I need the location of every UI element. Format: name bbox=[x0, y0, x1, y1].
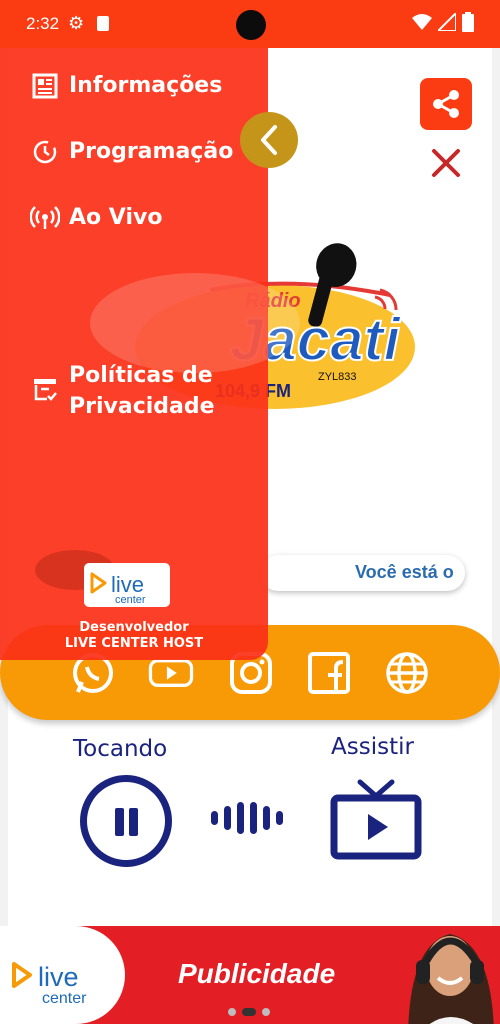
menu-label: Informações bbox=[69, 73, 223, 98]
playing-label: Tocando bbox=[73, 736, 168, 762]
badge-center: center bbox=[115, 594, 146, 606]
newspaper-icon bbox=[30, 71, 60, 101]
broadcast-icon bbox=[30, 203, 60, 233]
menu-label-line2: Privacidade bbox=[69, 394, 215, 419]
ad-person-image bbox=[408, 934, 494, 1024]
pause-button[interactable] bbox=[80, 775, 172, 867]
pager-dot-active bbox=[242, 1008, 256, 1016]
share-button[interactable] bbox=[420, 78, 472, 130]
menu-label: Políticas de Privacidade bbox=[69, 360, 215, 422]
menu-label: Ao Vivo bbox=[69, 205, 163, 230]
camera-cutout bbox=[236, 10, 266, 40]
menu-item-politicas-privacidade[interactable]: Políticas de Privacidade bbox=[30, 360, 215, 422]
clock-icon bbox=[30, 137, 60, 167]
watch-label: Assistir bbox=[331, 734, 414, 760]
signal-icon bbox=[438, 13, 456, 31]
ad-pager-dots bbox=[228, 1008, 270, 1016]
ad-text: Publicidade bbox=[178, 958, 336, 989]
ad-logo-center: center bbox=[42, 990, 87, 1007]
settings-gear-icon: ⚙ bbox=[68, 13, 85, 34]
pager-dot bbox=[262, 1008, 270, 1016]
menu-label: Programação bbox=[69, 139, 234, 164]
battery-icon bbox=[462, 12, 474, 32]
sd-card-icon bbox=[97, 16, 109, 31]
close-icon[interactable] bbox=[428, 145, 464, 181]
pause-icon-bar bbox=[129, 808, 138, 836]
logo-callsign-text: ZYL833 bbox=[318, 371, 357, 383]
website-globe-icon[interactable] bbox=[384, 650, 430, 696]
menu-label-line1: Políticas de bbox=[69, 363, 213, 388]
live-center-badge[interactable]: live center bbox=[84, 563, 170, 607]
menu-item-ao-vivo[interactable]: Ao Vivo bbox=[30, 202, 162, 233]
right-edge bbox=[492, 48, 500, 928]
status-bar: 2:32 ⚙ bbox=[0, 0, 500, 48]
ad-logo: live center bbox=[0, 926, 125, 1024]
tv-icon[interactable] bbox=[330, 778, 422, 862]
developer-name: LIVE CENTER HOST bbox=[64, 636, 204, 651]
wifi-icon bbox=[412, 14, 432, 30]
ad-logo-live: live bbox=[38, 962, 79, 992]
facebook-icon[interactable] bbox=[306, 650, 352, 696]
pager-dot bbox=[228, 1008, 236, 1016]
archive-check-icon bbox=[30, 374, 60, 404]
menu-item-programacao[interactable]: Programação bbox=[30, 136, 233, 167]
pause-icon bbox=[115, 808, 124, 836]
developer-label: Desenvolvedor bbox=[79, 620, 189, 635]
drawer-close-button[interactable] bbox=[240, 112, 298, 168]
menu-item-informacoes[interactable]: Informações bbox=[30, 70, 222, 101]
share-icon bbox=[433, 90, 459, 118]
audio-wave-icon bbox=[211, 802, 283, 834]
marquee-text: Você está o bbox=[355, 562, 454, 582]
status-time: 2:32 bbox=[26, 14, 60, 33]
status-icons bbox=[412, 12, 474, 32]
now-playing-marquee: Você está o bbox=[260, 555, 465, 591]
chevron-left-icon bbox=[261, 125, 277, 155]
